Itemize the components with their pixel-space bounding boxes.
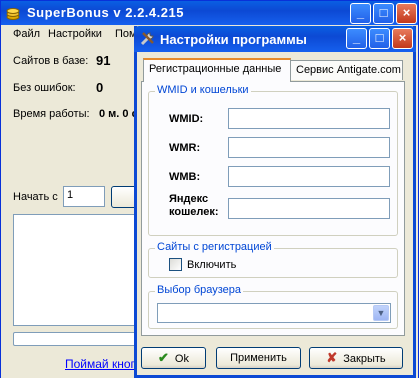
yandex-label-line2: кошелек: <box>169 206 219 218</box>
yandex-label-line1: Яндекс <box>169 193 209 205</box>
wmid-label: WMID: <box>169 113 204 125</box>
wmid-group: WMID и кошельки WMID: WMR: WMB: Яндекс к… <box>148 84 398 236</box>
start-label: Начать с <box>13 191 58 203</box>
dialog-title: Настройки программы <box>160 32 307 47</box>
registration-sites-title: Сайты с регистрацией <box>155 241 274 253</box>
start-input[interactable]: 1 <box>63 186 105 207</box>
dialog-maximize-button[interactable]: □ <box>369 28 390 49</box>
errors-value: 0 <box>96 80 104 95</box>
sites-label: Сайтов в базе: <box>13 55 89 67</box>
errors-label: Без ошибок: <box>13 82 76 94</box>
sites-value: 91 <box>96 53 111 68</box>
yandex-wallet-input[interactable] <box>228 198 390 219</box>
apply-button-label: Применить <box>230 352 287 364</box>
tab-panel-registration: WMID и кошельки WMID: WMR: WMB: Яндекс к… <box>141 81 405 336</box>
minimize-button[interactable]: _ <box>350 3 371 24</box>
tab-antigate[interactable]: Сервис Antigate.com <box>290 60 403 80</box>
menu-file[interactable]: Файл <box>13 28 40 40</box>
dialog-close-button[interactable]: × <box>392 28 413 49</box>
main-titlebar[interactable]: SuperBonus v 2.2.4.215 _ □ × <box>1 1 418 25</box>
close-icon: ✘ <box>326 350 338 365</box>
dialog-minimize-button[interactable]: _ <box>346 28 367 49</box>
progress-bar <box>13 332 138 346</box>
ok-button[interactable]: ✔ Ok <box>141 347 206 369</box>
dialog-titlebar[interactable]: Настройки программы _ □ × <box>134 26 416 52</box>
checkmark-icon: ✔ <box>158 350 169 365</box>
browser-select[interactable]: ▼ <box>157 303 391 323</box>
tools-icon <box>139 31 155 47</box>
close-button[interactable]: × <box>396 3 417 24</box>
ok-button-label: Ok <box>174 353 189 365</box>
menu-settings[interactable]: Настройки <box>48 28 102 40</box>
wmb-input[interactable] <box>228 166 390 187</box>
browser-group-title: Выбор браузера <box>155 284 244 296</box>
wmid-input[interactable] <box>228 108 390 129</box>
wmb-label: WMB: <box>169 171 201 183</box>
uptime-label: Время работы: <box>13 108 90 120</box>
registration-sites-group: Сайты с регистрацией Включить <box>148 241 398 278</box>
settings-dialog: Настройки программы _ □ × Регистрационны… <box>134 26 416 378</box>
enable-registration-label[interactable]: Включить <box>187 259 236 271</box>
uptime-value: 0 м. 0 с <box>99 108 138 120</box>
tab-registration[interactable]: Регистрационные данные <box>143 58 291 82</box>
wmr-label: WMR: <box>169 142 201 154</box>
browser-group: Выбор браузера ▼ <box>148 284 398 329</box>
main-window-title: SuperBonus v 2.2.4.215 <box>27 5 184 20</box>
close-dialog-button[interactable]: ✘ Закрыть <box>309 347 403 369</box>
close-dialog-button-label: Закрыть <box>343 353 386 365</box>
enable-registration-checkbox[interactable] <box>169 258 182 271</box>
apply-button[interactable]: Применить <box>216 347 301 369</box>
wmr-input[interactable] <box>228 137 390 158</box>
chevron-down-icon[interactable]: ▼ <box>373 305 389 321</box>
log-list[interactable] <box>13 214 138 326</box>
coins-icon <box>5 5 21 21</box>
catch-button-link[interactable]: Поймай кноп <box>65 357 137 371</box>
wmid-group-title: WMID и кошельки <box>155 84 251 96</box>
maximize-button[interactable]: □ <box>373 3 394 24</box>
